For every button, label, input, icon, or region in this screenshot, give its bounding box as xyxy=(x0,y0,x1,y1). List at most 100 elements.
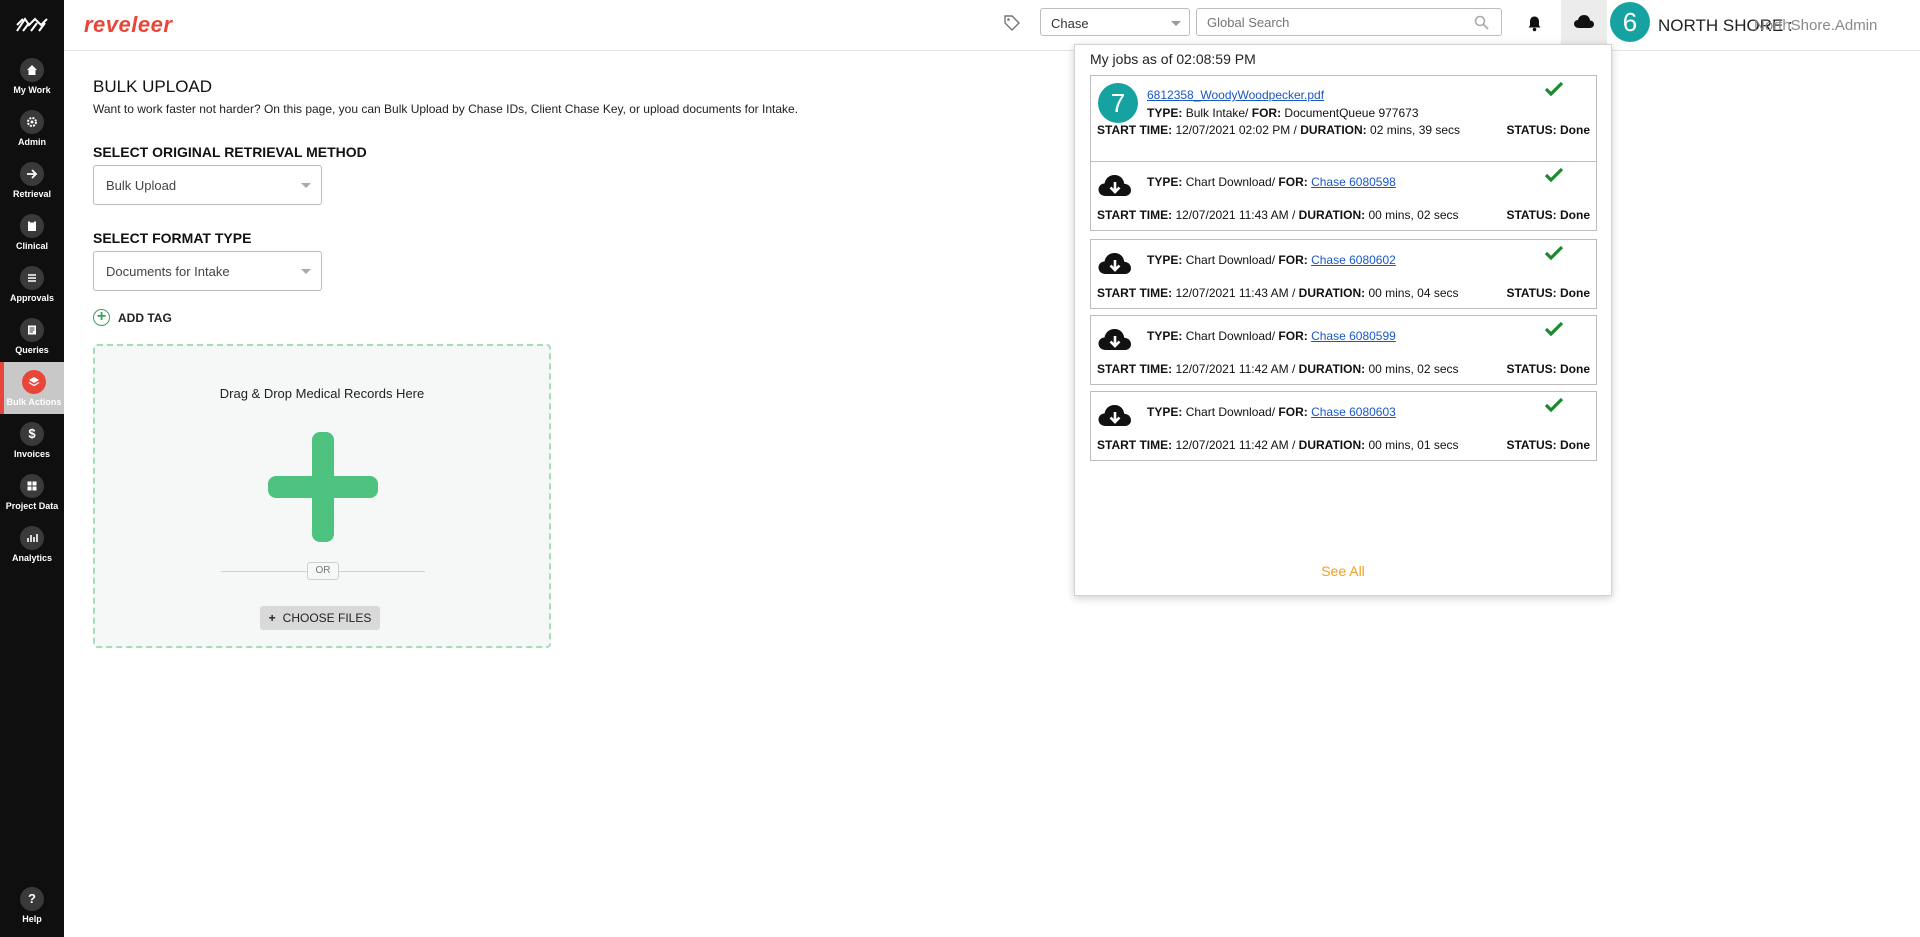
job-status: STATUS: Done xyxy=(1506,123,1590,137)
sidebar-item-label: Invoices xyxy=(13,448,51,459)
job-duration: 00 mins, 02 secs xyxy=(1368,208,1459,222)
job-time-row: START TIME: 12/07/2021 11:43 AM / DURATI… xyxy=(1097,286,1459,300)
brand-logo[interactable]: reveleer xyxy=(84,12,172,38)
cloud-download-icon xyxy=(1097,326,1133,357)
cloud-download-icon xyxy=(1097,402,1133,433)
add-circle-icon: + xyxy=(93,309,110,326)
check-icon xyxy=(1544,245,1564,264)
job-status: STATUS: Done xyxy=(1506,362,1590,376)
sidebar-item-queries[interactable]: Queries xyxy=(0,310,64,362)
for-label: FOR: xyxy=(1278,329,1308,343)
duration-label: DURATION: xyxy=(1298,362,1366,376)
status-value: Done xyxy=(1560,438,1590,452)
chase-link[interactable]: Chase 6080602 xyxy=(1311,253,1396,267)
job-card: TYPE: Chart Download/ FOR: Chase 6080599… xyxy=(1090,315,1597,385)
format-type-select[interactable]: Documents for Intake xyxy=(93,251,322,291)
sidebar-item-label: Project Data xyxy=(5,500,59,511)
cloud-icon xyxy=(1574,15,1594,28)
job-file-name[interactable]: 6812358_WoodyWoodpecker.pdf xyxy=(1147,88,1324,102)
job-type-row: TYPE: Chart Download/ FOR: Chase 6080599 xyxy=(1147,329,1396,343)
status-value: Done xyxy=(1560,362,1590,376)
chevron-down-icon xyxy=(301,183,311,188)
chase-link[interactable]: Chase 6080599 xyxy=(1311,329,1396,343)
search-input[interactable] xyxy=(1197,9,1457,35)
sidebar-item-label: My Work xyxy=(13,84,51,95)
chase-link[interactable]: Chase 6080603 xyxy=(1311,405,1396,419)
search-type-select[interactable]: Chase xyxy=(1040,8,1190,36)
job-time-row: START TIME: 12/07/2021 11:42 AM / DURATI… xyxy=(1097,362,1459,376)
see-all-link[interactable]: See All xyxy=(1075,563,1611,579)
grid-icon xyxy=(20,473,44,498)
job-type: Chart Download/ xyxy=(1185,253,1276,267)
sidebar-item-admin[interactable]: Admin xyxy=(0,102,64,154)
retrieval-method-value: Bulk Upload xyxy=(106,178,177,193)
sidebar-item-label: Bulk Actions xyxy=(6,396,62,407)
duration-label: DURATION: xyxy=(1300,123,1367,137)
for-label: FOR: xyxy=(1278,405,1308,419)
job-type: Bulk Intake/ xyxy=(1185,106,1249,120)
list-icon xyxy=(20,265,44,290)
global-search xyxy=(1196,8,1502,36)
main-content: BULK UPLOAD Want to work faster not hard… xyxy=(93,77,798,116)
job-file-link[interactable]: 6812358_WoodyWoodpecker.pdf xyxy=(1147,88,1324,102)
sidebar-item-retrieval[interactable]: Retrieval xyxy=(0,154,64,206)
for-label: FOR: xyxy=(1278,175,1308,189)
dollar-icon: $ xyxy=(20,421,44,446)
sidebar-item-project-data[interactable]: Project Data xyxy=(0,466,64,518)
duration-label: DURATION: xyxy=(1298,438,1366,452)
jobs-cloud-button[interactable] xyxy=(1561,0,1607,44)
job-card: TYPE: Chart Download/ FOR: Chase 6080603… xyxy=(1090,391,1597,461)
sidebar-item-analytics[interactable]: Analytics xyxy=(0,518,64,570)
sidebar-item-label: Admin xyxy=(18,136,46,147)
callout-badge-7: 7 xyxy=(1098,83,1138,123)
arrow-right-icon xyxy=(20,161,44,186)
sidebar-item-my-work[interactable]: My Work xyxy=(0,50,64,102)
chevron-down-icon xyxy=(1171,21,1181,26)
job-type-row: TYPE: Chart Download/ FOR: Chase 6080603 xyxy=(1147,405,1396,419)
sidebar-item-bulk-actions[interactable]: Bulk Actions xyxy=(0,362,64,414)
job-time-row: START TIME: 12/07/2021 11:43 AM / DURATI… xyxy=(1097,208,1459,222)
job-status: STATUS: Done xyxy=(1506,208,1590,222)
sidebar-item-clinical[interactable]: Clinical xyxy=(0,206,64,258)
sidebar-item-label: Help xyxy=(22,913,42,924)
job-for: DocumentQueue 977673 xyxy=(1284,106,1419,120)
check-icon xyxy=(1544,397,1564,416)
status-label: STATUS: xyxy=(1506,438,1557,452)
retrieval-method-select[interactable]: Bulk Upload xyxy=(93,165,322,205)
notification-bell-icon[interactable] xyxy=(1527,15,1542,37)
choose-files-button[interactable]: + CHOOSE FILES xyxy=(260,606,380,630)
tag-icon[interactable] xyxy=(1003,14,1021,37)
sidebar-item-help[interactable]: ? Help xyxy=(0,879,64,931)
job-time-row: START TIME: 12/07/2021 11:42 AM / DURATI… xyxy=(1097,438,1459,452)
chase-link[interactable]: Chase 6080598 xyxy=(1311,175,1396,189)
duration-label: DURATION: xyxy=(1298,208,1366,222)
plus-icon: + xyxy=(268,611,276,625)
choose-files-label: CHOOSE FILES xyxy=(282,611,372,625)
job-card: TYPE: Chart Download/ FOR: Chase 6080602… xyxy=(1090,239,1597,309)
status-value: Done xyxy=(1560,123,1590,137)
status-value: Done xyxy=(1560,208,1590,222)
start-label: START TIME: xyxy=(1097,438,1173,452)
sidebar-item-label: Retrieval xyxy=(12,188,52,199)
job-time-row: START TIME: 12/07/2021 02:02 PM / DURATI… xyxy=(1097,123,1460,137)
file-dropzone[interactable]: Drag & Drop Medical Records Here OR + CH… xyxy=(93,344,551,648)
add-tag-button[interactable]: + ADD TAG xyxy=(93,309,172,326)
start-label: START TIME: xyxy=(1097,362,1173,376)
user-name[interactable]: NorthShore.Admin xyxy=(1754,17,1877,34)
sidebar-item-approvals[interactable]: Approvals xyxy=(0,258,64,310)
search-icon[interactable] xyxy=(1474,15,1489,35)
sidebar-item-invoices[interactable]: $ Invoices xyxy=(0,414,64,466)
help-icon: ? xyxy=(20,886,44,911)
document-icon xyxy=(20,317,44,342)
chevron-down-icon xyxy=(301,269,311,274)
dropzone-title: Drag & Drop Medical Records Here xyxy=(219,386,425,401)
job-card: TYPE: Chart Download/ FOR: Chase 6080598… xyxy=(1090,161,1597,231)
job-card: 7 6812358_WoodyWoodpecker.pdf TYPE: Bulk… xyxy=(1090,75,1597,163)
start-label: START TIME: xyxy=(1097,208,1173,222)
plus-icon-horizontal xyxy=(268,476,378,498)
duration-label: DURATION: xyxy=(1298,286,1366,300)
app-logo[interactable] xyxy=(0,0,64,50)
format-type-label: SELECT FORMAT TYPE xyxy=(93,230,252,246)
clipboard-icon xyxy=(20,213,44,238)
job-status: STATUS: Done xyxy=(1506,438,1590,452)
